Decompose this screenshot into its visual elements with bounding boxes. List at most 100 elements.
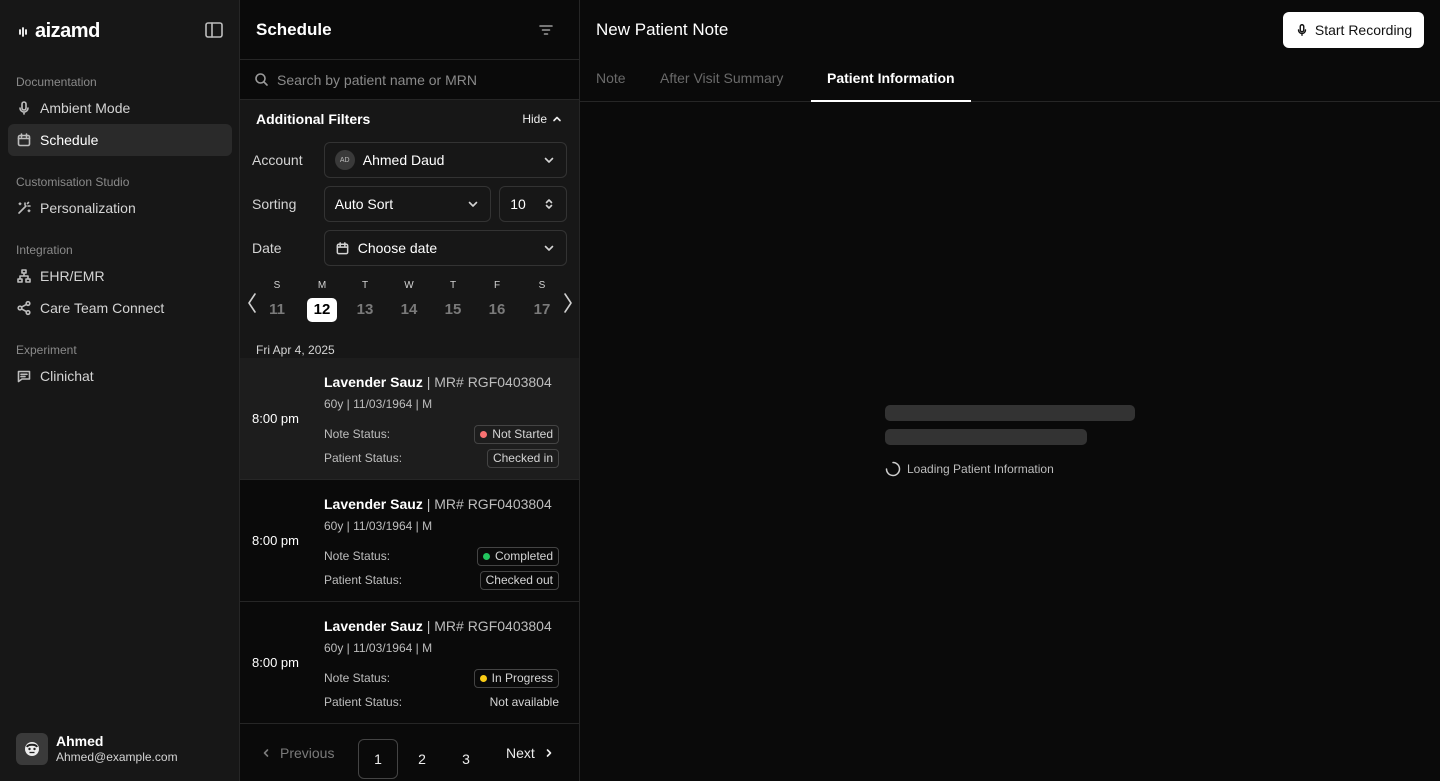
page-1-button[interactable]: 1	[358, 739, 398, 779]
nav-group-label: Customisation Studio	[16, 175, 130, 189]
sidebar-item-schedule[interactable]: Schedule	[8, 124, 232, 156]
schedule-title: Schedule	[256, 19, 332, 39]
next-page-button[interactable]: Next	[506, 745, 555, 761]
week-day[interactable]: T 15	[438, 280, 468, 322]
note-status-text: Completed	[494, 549, 553, 563]
filter-icon[interactable]	[537, 21, 555, 39]
note-tabs: Note After Visit Summary Patient Informa…	[580, 60, 1440, 102]
week-day-selected[interactable]: M 12	[307, 280, 337, 322]
day-letter: S	[538, 280, 546, 291]
nav-group-customisation: Customisation Studio Personalization	[0, 172, 240, 224]
note-status-badge: Not Started	[474, 424, 559, 444]
day-number: 14	[400, 301, 418, 318]
sorting-value: Auto Sort	[334, 196, 394, 212]
network-icon	[16, 268, 32, 284]
logo[interactable]: aizamd	[18, 20, 100, 43]
note-status-badge: Completed	[476, 546, 559, 566]
patient-demographics: 60y | 11/03/1964 | M	[324, 397, 433, 411]
note-status-label: Note Status:	[324, 427, 391, 441]
appointment-item[interactable]: 8:00 pm Lavender Sauz | MR# RGF0403804 6…	[240, 480, 579, 602]
calendar-icon	[335, 241, 350, 256]
appointment-list: 8:00 pm Lavender Sauz | MR# RGF0403804 6…	[240, 358, 579, 724]
day-number: 12	[307, 298, 337, 322]
tab-after-visit-summary[interactable]: After Visit Summary	[644, 60, 799, 102]
page-size-value: 10	[510, 196, 526, 212]
page-size-select[interactable]: 10	[499, 186, 568, 222]
date-picker[interactable]: Choose date	[323, 230, 567, 266]
patient-mrn: | MR# RGF0403804	[422, 618, 552, 634]
day-letter: W	[404, 280, 414, 291]
week-strip: S 11 M 12 T 13 W 14 T 15 F 16 S 17	[240, 274, 580, 324]
chevron-down-icon	[466, 197, 480, 211]
sidebar: aizamd Documentation Ambient Mode Schedu…	[0, 0, 240, 781]
week-day[interactable]: T 13	[350, 280, 380, 322]
tab-patient-information[interactable]: Patient Information	[811, 60, 971, 102]
hide-filters-button[interactable]: Hide	[522, 112, 563, 126]
user-name: Ahmed	[56, 733, 104, 749]
appointment-time: 8:00 pm	[252, 411, 299, 426]
appointment-item[interactable]: 8:00 pm Lavender Sauz | MR# RGF0403804 6…	[240, 358, 579, 480]
chevron-right-icon[interactable]	[562, 292, 574, 314]
page-2-button[interactable]: 2	[402, 739, 442, 779]
sidebar-item-personalization[interactable]: Personalization	[8, 192, 232, 224]
filters-title: Additional Filters	[256, 111, 371, 127]
sidebar-item-clinichat[interactable]: Clinichat	[8, 360, 232, 392]
calendar-icon	[16, 132, 32, 148]
patient-mrn: | MR# RGF0403804	[422, 496, 552, 512]
day-number: 11	[269, 301, 285, 318]
previous-page-button[interactable]: Previous	[260, 745, 334, 761]
nav-group-label: Experiment	[16, 343, 77, 357]
sorting-select[interactable]: Auto Sort	[323, 186, 492, 222]
search-input[interactable]	[277, 71, 567, 88]
chevron-down-icon	[542, 153, 556, 167]
sidebar-item-ambient-mode[interactable]: Ambient Mode	[8, 92, 232, 124]
hide-label: Hide	[522, 112, 547, 126]
sidebar-item-label: Clinichat	[40, 368, 94, 384]
main-panel: New Patient Note Start Recording Note Af…	[580, 0, 1440, 781]
week-day[interactable]: S 11	[262, 280, 292, 322]
filters-header: Additional Filters Hide	[252, 100, 567, 138]
user-info: Ahmed Ahmed@example.com	[56, 733, 178, 765]
mic-icon	[1295, 23, 1309, 37]
patient-status-label: Patient Status:	[324, 695, 403, 709]
sidebar-item-ehr-emr[interactable]: EHR/EMR	[8, 260, 232, 292]
account-select[interactable]: AD Ahmed Daud	[323, 142, 567, 178]
day-letter: S	[273, 280, 281, 291]
chevron-up-icon	[551, 113, 563, 125]
nav-group-label: Documentation	[16, 75, 97, 89]
note-status-label: Note Status:	[324, 549, 391, 563]
week-day[interactable]: F 16	[482, 280, 512, 322]
patient-status-row: Patient Status: Checked out	[324, 570, 559, 590]
page-3-button[interactable]: 3	[446, 739, 486, 779]
start-recording-button[interactable]: Start Recording	[1283, 12, 1424, 48]
patient-demographics: 60y | 11/03/1964 | M	[324, 519, 433, 533]
search-bar	[240, 60, 579, 100]
patient-name-text: Lavender Sauz	[324, 618, 423, 634]
account-row: Account AD Ahmed Daud	[252, 138, 567, 182]
note-status-row: Note Status: Not Started	[324, 424, 559, 444]
sorting-row: Sorting Auto Sort 10	[252, 182, 568, 226]
user-email: Ahmed@example.com	[56, 750, 178, 764]
loading-indicator: Loading Patient Information	[885, 461, 1054, 477]
patient-status-label: Patient Status:	[324, 451, 403, 465]
week-day[interactable]: W 14	[394, 280, 424, 322]
patient-name: Lavender Sauz | MR# RGF0403804	[324, 374, 552, 390]
appointment-time: 8:00 pm	[252, 655, 299, 670]
chevron-left-icon[interactable]	[246, 292, 258, 314]
account-value: Ahmed Daud	[362, 152, 445, 168]
tab-note[interactable]: Note	[580, 60, 642, 102]
start-recording-label: Start Recording	[1314, 22, 1413, 38]
week-day[interactable]: S 17	[527, 280, 557, 322]
nav-group-documentation: Documentation Ambient Mode Schedule	[0, 72, 240, 156]
wand-icon	[16, 200, 32, 216]
loading-text: Loading Patient Information	[907, 462, 1054, 476]
appointment-time: 8:00 pm	[252, 533, 299, 548]
patient-status-badge: Checked in	[486, 448, 559, 468]
sidebar-item-care-team-connect[interactable]: Care Team Connect	[8, 292, 232, 324]
patient-mrn: | MR# RGF0403804	[422, 374, 552, 390]
user-profile[interactable]: Ahmed Ahmed@example.com	[16, 733, 178, 765]
status-dot	[479, 674, 487, 682]
mic-icon	[16, 100, 32, 116]
sidebar-toggle-icon[interactable]	[204, 20, 224, 40]
appointment-item[interactable]: 8:00 pm Lavender Sauz | MR# RGF0403804 6…	[240, 602, 579, 724]
